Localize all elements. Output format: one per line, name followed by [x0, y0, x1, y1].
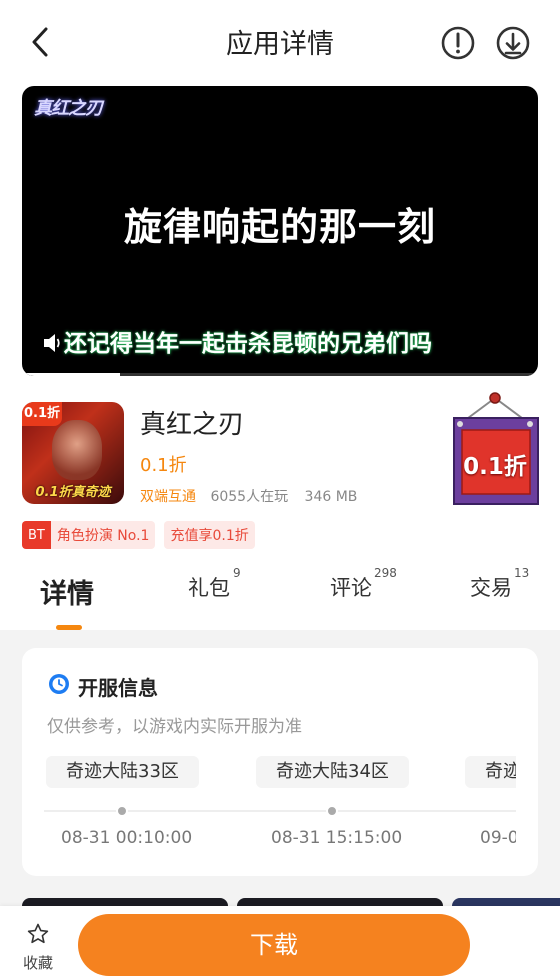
discount-sign: 0.1折	[448, 390, 542, 508]
server-info-card: 开服信息 仅供参考，以游戏内实际开服为准 奇迹大陆33区 08-31 00:10…	[22, 648, 538, 876]
app-icon-artwork	[52, 420, 102, 480]
server-info-title: 开服信息	[78, 676, 158, 700]
server-name: 奇迹大陆33区	[46, 756, 199, 788]
bottom-bar: 收藏 下载	[0, 906, 560, 980]
discount-sign-text: 0.1折	[463, 454, 527, 480]
server-name: 奇迹大陆34区	[256, 756, 409, 788]
timeline-dot	[326, 805, 338, 817]
favorite-button[interactable]: 收藏	[12, 922, 64, 973]
header: 应用详情	[0, 0, 560, 86]
video-subtitle: 还记得当年一起击杀昆顿的兄弟们吗	[42, 324, 432, 358]
tab-comments[interactable]: 评论 298	[330, 566, 397, 602]
app-icon-badge: 0.1折	[22, 402, 62, 426]
server-time: 09-0	[480, 828, 516, 848]
tab-comments-count: 298	[374, 566, 397, 580]
tab-bar: 详情 礼包 9 评论 298 交易 13	[0, 560, 560, 630]
clock-icon	[49, 674, 69, 694]
app-size: 346 MB	[304, 489, 358, 505]
video-progress-fill	[22, 373, 121, 376]
app-icon: 0.1折 0.1折真奇迹	[22, 402, 124, 504]
server-time: 08-31 00:10:00	[61, 828, 193, 848]
report-icon	[441, 26, 475, 60]
tab-trade-label: 交易	[470, 576, 512, 600]
tag-bt-badge: BT	[22, 521, 51, 549]
timeline-line	[44, 810, 516, 812]
tab-details-label: 详情	[40, 579, 94, 610]
app-platform: 双端互通	[140, 489, 196, 505]
download-button[interactable]: 下载	[78, 914, 470, 976]
app-players: 6055人在玩	[210, 489, 289, 505]
video-game-logo: 真红之刃	[34, 98, 103, 119]
app-name: 真红之刃	[140, 410, 245, 440]
tab-gifts[interactable]: 礼包 9	[188, 566, 241, 602]
app-icon-caption: 0.1折真奇迹	[35, 485, 111, 500]
tab-comments-label: 评论	[330, 576, 372, 600]
tab-gifts-label: 礼包	[188, 576, 230, 600]
download-manager-button[interactable]	[495, 25, 531, 61]
server-time: 08-31 15:15:00	[271, 828, 403, 848]
download-manager-icon	[496, 26, 530, 60]
speaker-icon	[44, 334, 60, 352]
video-headline: 旋律响起的那一刻	[123, 204, 436, 249]
video-subtitle-text: 还记得当年一起击杀昆顿的兄弟们吗	[64, 331, 432, 357]
tab-trade[interactable]: 交易 13	[470, 566, 529, 602]
app-meta: 双端互通 6055人在玩 346 MB	[140, 486, 357, 506]
timeline-dot	[116, 805, 128, 817]
tag-recharge-label: 充值享0.1折	[170, 528, 249, 544]
star-icon	[27, 923, 49, 944]
tab-gifts-count: 9	[233, 566, 241, 580]
tab-details[interactable]: 详情	[40, 572, 94, 611]
tag-list: BT 角色扮演 No.1 充值享0.1折	[22, 521, 255, 549]
tag-recharge[interactable]: 充值享0.1折	[164, 521, 255, 549]
server-name: 奇迹	[465, 756, 516, 788]
favorite-label: 收藏	[22, 954, 53, 972]
app-discount: 0.1折	[140, 455, 187, 476]
page-title: 应用详情	[226, 29, 334, 60]
server-info-note: 仅供参考，以游戏内实际开服为准	[47, 717, 302, 737]
report-button[interactable]	[440, 25, 476, 61]
video-player[interactable]: 真红之刃 旋律响起的那一刻 还记得当年一起击杀昆顿的兄弟们吗	[22, 86, 538, 376]
tab-trade-count: 13	[514, 566, 530, 580]
video-progress-bar[interactable]	[22, 373, 538, 376]
server-timeline[interactable]: 奇迹大陆33区 08-31 00:10:00 奇迹大陆34区 08-31 15:…	[44, 756, 516, 866]
tag-genre-label: 角色扮演 No.1	[56, 528, 150, 544]
tag-genre[interactable]: BT 角色扮演 No.1	[22, 521, 156, 549]
